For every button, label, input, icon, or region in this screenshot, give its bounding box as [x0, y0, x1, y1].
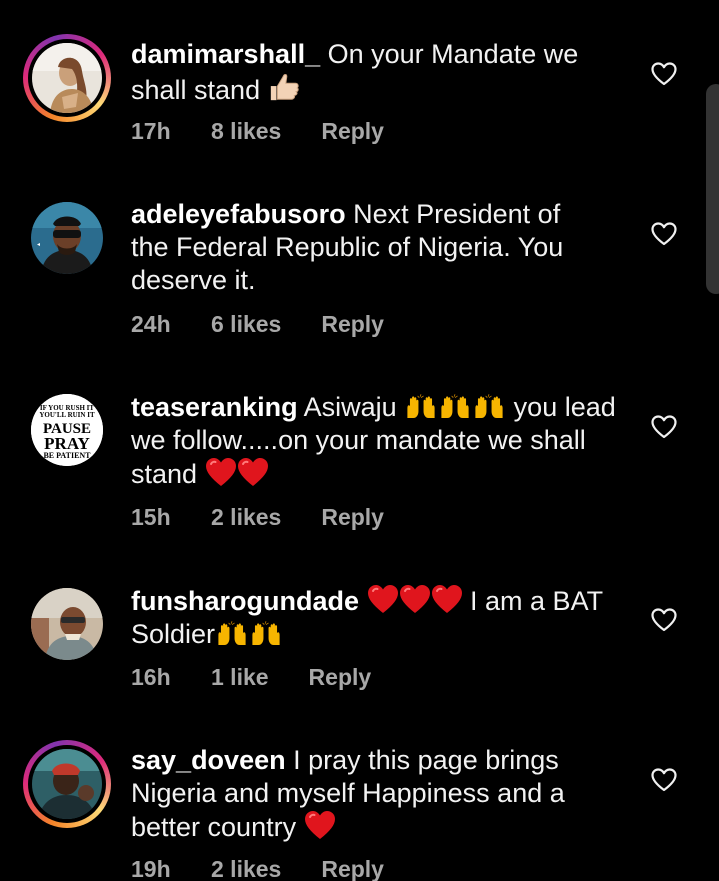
red-heart-icon: [205, 457, 237, 487]
comment-body-line-3: better country: [131, 812, 297, 842]
avatar: ◂: [31, 202, 103, 274]
comment-body-line-2: the Federal Republic of Nigeria. You: [131, 232, 564, 262]
comment-username[interactable]: damimarshall_: [131, 39, 320, 69]
comment-text: funsharogundade I am a BAT Soldier: [131, 584, 631, 651]
red-heart-icon: [431, 584, 463, 614]
comment-time: 17h: [131, 118, 171, 144]
avatar-container[interactable]: ◂: [23, 194, 111, 282]
comment-username[interactable]: funsharogundade: [131, 586, 359, 616]
comment-text: say_doveen I pray this page brings Niger…: [131, 744, 631, 844]
comment-meta: 17h 8 likes Reply: [131, 118, 384, 145]
avatar-story-ring[interactable]: [23, 740, 111, 828]
comment-body-line-2: Soldier: [131, 619, 216, 649]
raised-hands-icon: [215, 621, 249, 647]
like-heart-icon[interactable]: [651, 62, 677, 86]
comment-text: adeleyefabusoro Next President of the Fe…: [131, 198, 631, 297]
raised-hands-icon: [472, 394, 506, 420]
comment-body-line-2: shall stand: [131, 75, 261, 105]
svg-text:◂: ◂: [37, 241, 40, 248]
like-heart-icon[interactable]: [651, 415, 677, 439]
raised-hands-icon: [438, 394, 472, 420]
comment-body-line-1b: you lead: [513, 392, 616, 422]
comment-body-line-1: Next President of: [353, 199, 561, 229]
reply-button[interactable]: Reply: [321, 856, 384, 881]
reply-button[interactable]: Reply: [321, 118, 384, 145]
comment-meta: 15h 2 likes Reply: [131, 504, 384, 531]
raised-hands-icon: [404, 394, 438, 420]
avatar: IF YOU RUSH IT YOU'LL RUIN IT PAUSE PRAY…: [31, 394, 103, 466]
comment-username[interactable]: say_doveen: [131, 745, 286, 775]
comment-time: 15h: [131, 504, 171, 530]
thumbs-up-icon: [268, 71, 300, 103]
comment-body-line-1: Asiwaju: [303, 392, 397, 422]
comment-text: teaseranking Asiwaju you lead we follow.…: [131, 391, 631, 491]
comment-meta: 19h 2 likes Reply: [131, 856, 384, 881]
comment-likes[interactable]: 2 likes: [211, 856, 281, 881]
red-heart-icon: [237, 457, 269, 487]
comment-body-line-3: deserve it.: [131, 265, 256, 295]
scrollbar-edge[interactable]: [706, 84, 719, 294]
like-heart-icon[interactable]: [651, 768, 677, 792]
comment-username[interactable]: teaseranking: [131, 392, 298, 422]
comment-time: 16h: [131, 664, 171, 690]
raised-hands-icon: [249, 621, 283, 647]
comment-body-line-3: stand: [131, 459, 198, 489]
comment-time: 19h: [131, 856, 171, 881]
reply-button[interactable]: Reply: [309, 664, 372, 691]
like-heart-icon[interactable]: [651, 222, 677, 246]
comment-body-line-1: On your Mandate we: [327, 39, 579, 69]
comment-body-line-1: I pray this page brings: [293, 745, 559, 775]
like-heart-icon[interactable]: [651, 608, 677, 632]
comment-body-line-2: Nigeria and myself Happiness and a: [131, 778, 565, 808]
avatar: [32, 749, 102, 819]
avatar-container[interactable]: IF YOU RUSH IT YOU'LL RUIN IT PAUSE PRAY…: [23, 386, 111, 474]
red-heart-icon: [367, 584, 399, 614]
reply-button[interactable]: Reply: [321, 504, 384, 531]
avatar-text-line-2: YOU'LL RUIN IT: [39, 411, 95, 419]
comment-likes[interactable]: 8 likes: [211, 118, 281, 145]
avatar-story-ring[interactable]: [23, 34, 111, 122]
comment-body-line-1: I am a BAT: [470, 586, 604, 616]
comment-username[interactable]: adeleyefabusoro: [131, 199, 346, 229]
comment-body-line-2: we follow.....on your mandate we shall: [131, 425, 586, 455]
comment-time: 24h: [131, 311, 171, 337]
comment-text: damimarshall_ On your Mandate we shall s…: [131, 38, 631, 107]
comment-likes[interactable]: 2 likes: [211, 504, 281, 531]
comment-likes[interactable]: 1 like: [211, 664, 269, 691]
avatar-text-line-5: BE PATIENT: [43, 451, 91, 460]
comment-meta: 16h 1 like Reply: [131, 664, 371, 691]
avatar: [32, 43, 102, 113]
comment-likes[interactable]: 6 likes: [211, 311, 281, 338]
comment-meta: 24h 6 likes Reply: [131, 311, 384, 338]
avatar: [31, 588, 103, 660]
red-heart-icon: [304, 810, 336, 840]
red-heart-icon: [399, 584, 431, 614]
avatar-container[interactable]: [23, 580, 111, 668]
reply-button[interactable]: Reply: [321, 311, 384, 338]
